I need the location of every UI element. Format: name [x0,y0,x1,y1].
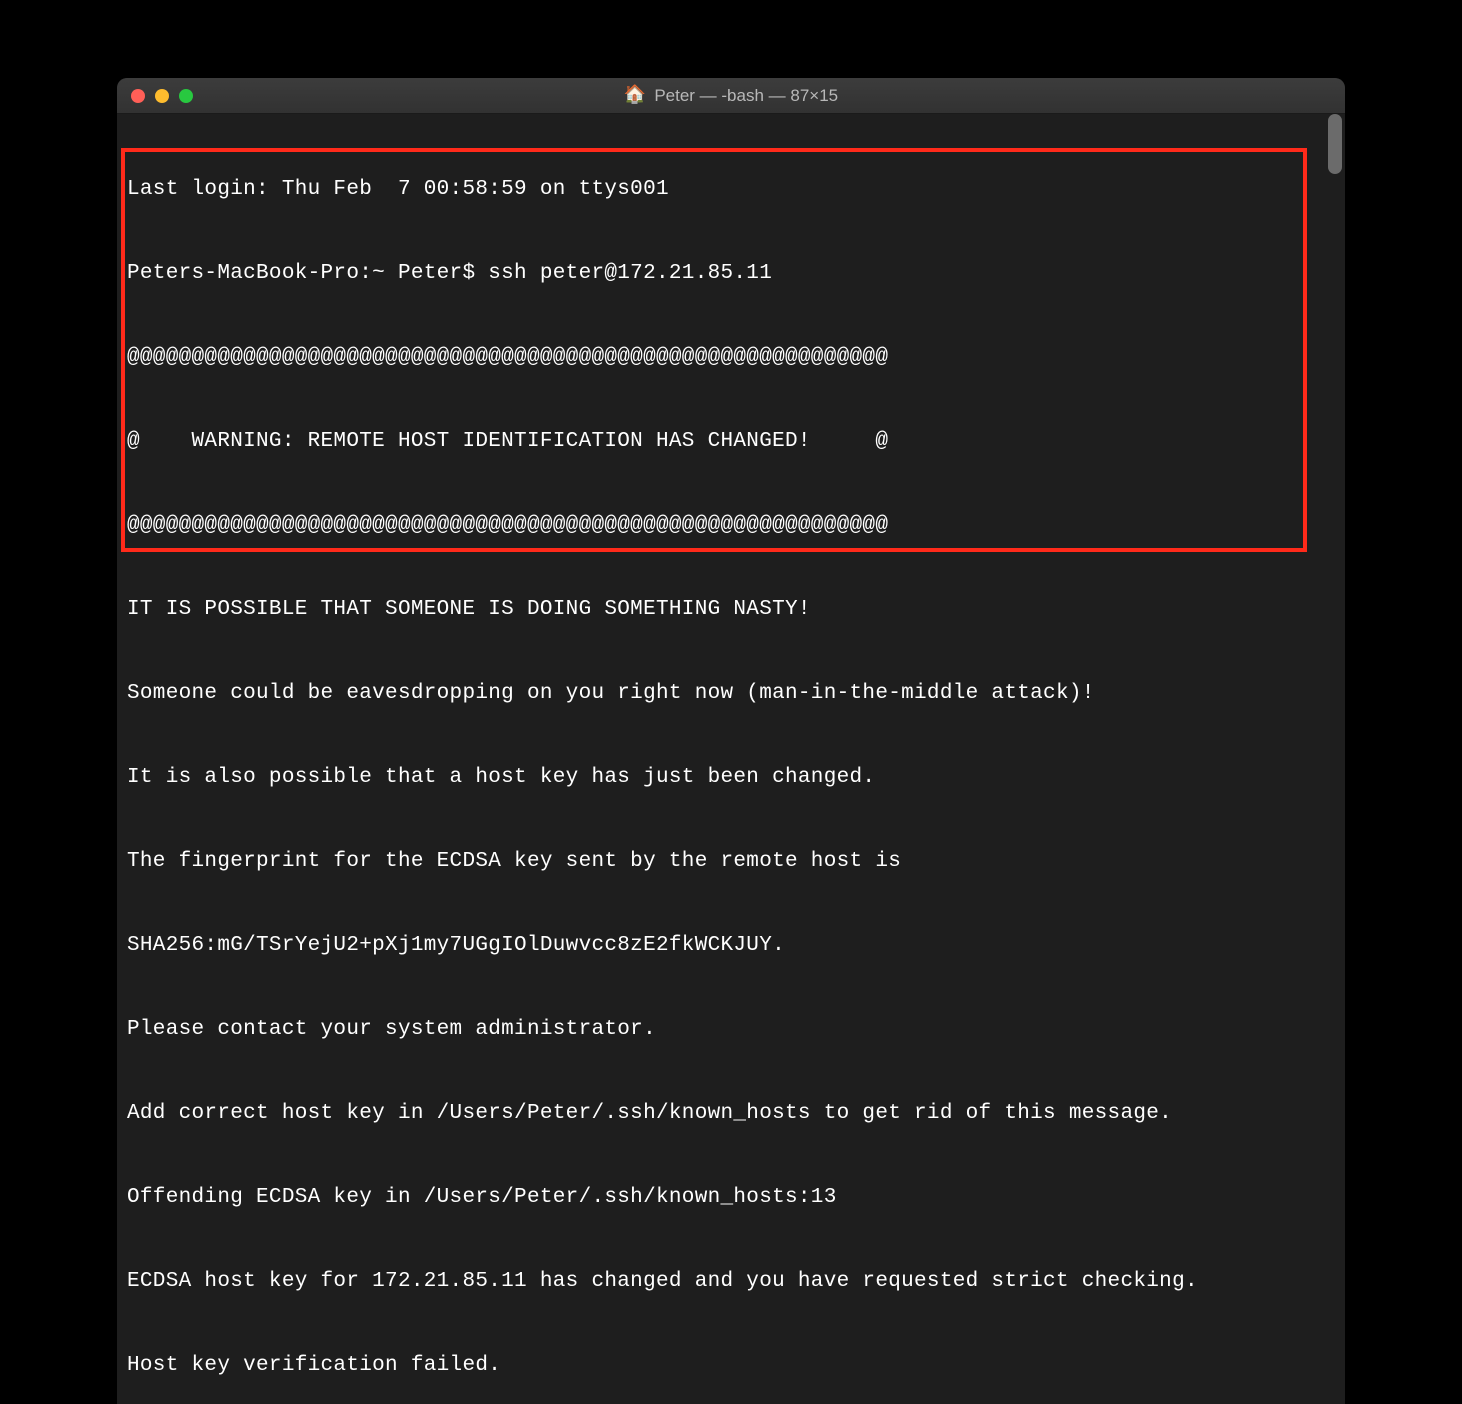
terminal-line: Please contact your system administrator… [127,1016,1335,1044]
terminal-line: @@@@@@@@@@@@@@@@@@@@@@@@@@@@@@@@@@@@@@@@… [127,344,1335,372]
terminal-body[interactable]: Last login: Thu Feb 7 00:58:59 on ttys00… [117,114,1345,1404]
terminal-line: Peters-MacBook-Pro:~ Peter$ ssh peter@17… [127,260,1335,288]
terminal-line: Someone could be eavesdropping on you ri… [127,680,1335,708]
terminal-line: The fingerprint for the ECDSA key sent b… [127,848,1335,876]
terminal-window: 🏠 Peter — -bash — 87×15 Last login: Thu … [117,78,1345,1404]
window-title: Peter — -bash — 87×15 [654,86,838,106]
minimize-button[interactable] [155,89,169,103]
terminal-line: @@@@@@@@@@@@@@@@@@@@@@@@@@@@@@@@@@@@@@@@… [127,512,1335,540]
scrollbar-thumb[interactable] [1328,114,1342,174]
window-title-wrap: 🏠 Peter — -bash — 87×15 [117,86,1345,106]
maximize-button[interactable] [179,89,193,103]
home-icon: 🏠 [624,87,646,105]
close-button[interactable] [131,89,145,103]
terminal-line: @ WARNING: REMOTE HOST IDENTIFICATION HA… [127,428,1335,456]
terminal-line: Last login: Thu Feb 7 00:58:59 on ttys00… [127,176,1335,204]
scrollbar-track[interactable] [1325,114,1345,244]
terminal-line: Host key verification failed. [127,1352,1335,1380]
terminal-line: It is also possible that a host key has … [127,764,1335,792]
terminal-line: Offending ECDSA key in /Users/Peter/.ssh… [127,1184,1335,1212]
terminal-line: Add correct host key in /Users/Peter/.ss… [127,1100,1335,1128]
terminal-line: ECDSA host key for 172.21.85.11 has chan… [127,1268,1335,1296]
terminal-line: IT IS POSSIBLE THAT SOMEONE IS DOING SOM… [127,596,1335,624]
terminal-line: SHA256:mG/TSrYejU2+pXj1my7UGgIOlDuwvcc8z… [127,932,1335,960]
traffic-lights [131,89,193,103]
window-titlebar[interactable]: 🏠 Peter — -bash — 87×15 [117,78,1345,114]
terminal-content[interactable]: Last login: Thu Feb 7 00:58:59 on ttys00… [117,114,1345,1404]
